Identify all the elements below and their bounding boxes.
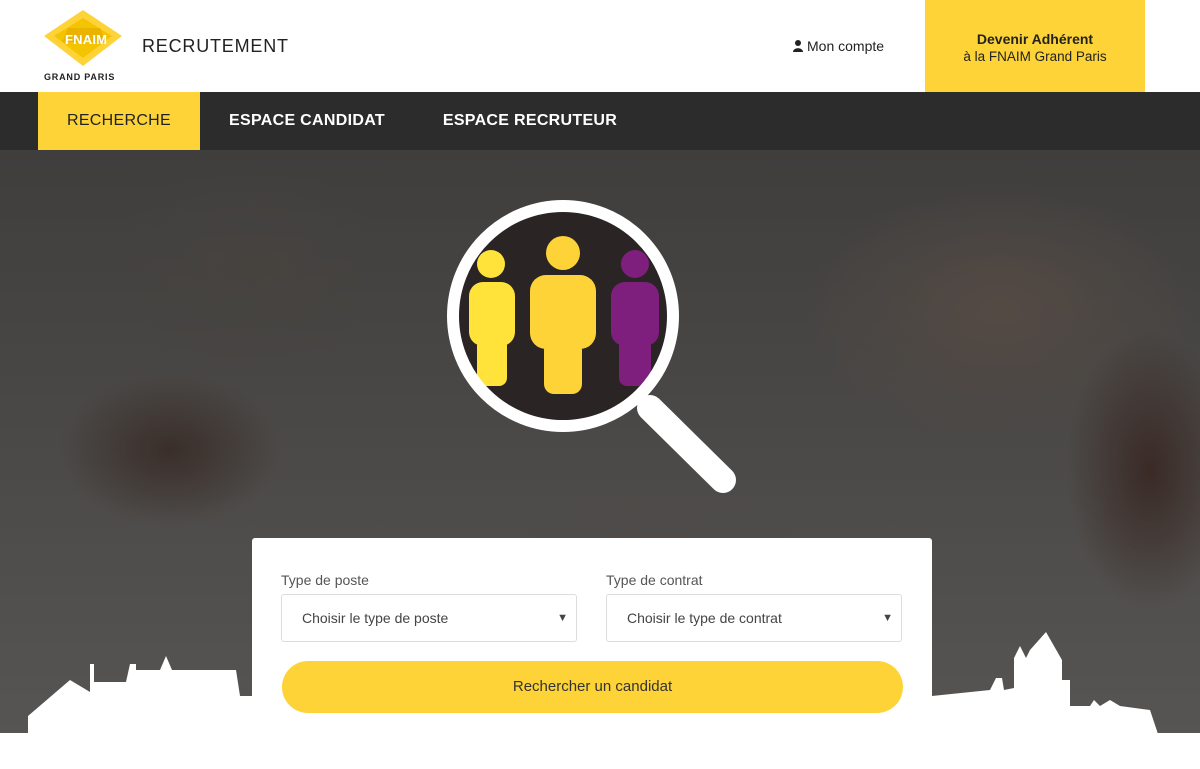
become-member-button[interactable]: Devenir Adhérent à la FNAIM Grand Paris (925, 0, 1145, 92)
join-title: Devenir Adhérent (976, 31, 1094, 47)
search-panel: Type de poste Choisir le type de poste ▼… (252, 538, 932, 738)
fnaim-logo[interactable]: FNAIM GRAND PARIS (40, 8, 126, 86)
logo-name: FNAIM (65, 32, 108, 47)
account-label: Mon compte (807, 38, 885, 54)
contract-type-select[interactable]: Choisir le type de contrat ▼ (606, 594, 902, 642)
magnifier-people-icon (447, 200, 736, 493)
nav-item-recherche[interactable]: RECHERCHE (38, 92, 200, 150)
nav-item-espace-recruteur[interactable]: ESPACE RECRUTEUR (430, 92, 630, 150)
chevron-down-icon: ▼ (882, 612, 893, 624)
search-candidate-button[interactable]: Rechercher un candidat (282, 661, 903, 713)
main-nav: RECHERCHE ESPACE CANDIDAT ESPACE RECRUTE… (0, 92, 1200, 150)
logo-subtitle: GRAND PARIS (44, 72, 116, 82)
contract-type-label: Type de contrat (606, 572, 703, 588)
site-header: FNAIM GRAND PARIS RECRUTEMENT Mon compte… (0, 0, 1200, 92)
bottom-band (0, 733, 1200, 769)
nav-item-espace-candidat[interactable]: ESPACE CANDIDAT (214, 92, 400, 150)
post-type-value: Choisir le type de poste (302, 610, 449, 626)
chevron-down-icon: ▼ (557, 612, 568, 624)
user-icon (793, 40, 803, 52)
join-subtitle: à la FNAIM Grand Paris (963, 49, 1107, 64)
site-title: RECRUTEMENT (142, 36, 289, 56)
post-type-label: Type de poste (281, 572, 369, 588)
contract-type-value: Choisir le type de contrat (627, 610, 782, 626)
account-link[interactable]: Mon compte (793, 38, 884, 54)
post-type-select[interactable]: Choisir le type de poste ▼ (281, 594, 577, 642)
